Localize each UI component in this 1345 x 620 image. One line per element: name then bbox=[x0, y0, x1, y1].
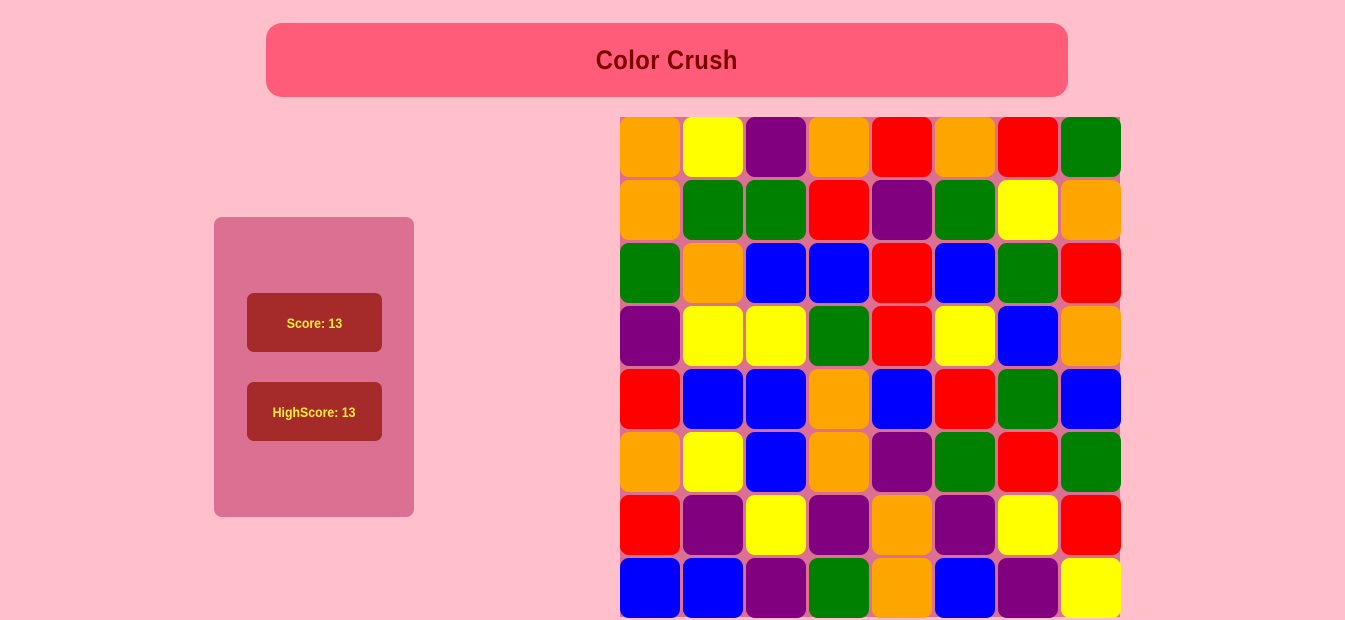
tile-orange[interactable] bbox=[872, 558, 932, 618]
tile-green[interactable] bbox=[998, 369, 1058, 429]
highscore-display: HighScore: 13 bbox=[247, 382, 382, 441]
tile-red[interactable] bbox=[809, 180, 869, 240]
tile-red[interactable] bbox=[872, 243, 932, 303]
tile-yellow[interactable] bbox=[683, 306, 743, 366]
tile-yellow[interactable] bbox=[1061, 558, 1121, 618]
tile-red[interactable] bbox=[872, 117, 932, 177]
tile-green[interactable] bbox=[809, 558, 869, 618]
tile-red[interactable] bbox=[620, 495, 680, 555]
game-title: Color Crush bbox=[595, 44, 739, 75]
tile-purple[interactable] bbox=[998, 558, 1058, 618]
tile-purple[interactable] bbox=[809, 495, 869, 555]
tile-purple[interactable] bbox=[620, 306, 680, 366]
tile-blue[interactable] bbox=[746, 432, 806, 492]
tile-blue[interactable] bbox=[935, 243, 995, 303]
tile-green[interactable] bbox=[620, 243, 680, 303]
tile-red[interactable] bbox=[998, 117, 1058, 177]
tile-purple[interactable] bbox=[872, 180, 932, 240]
tile-orange[interactable] bbox=[809, 369, 869, 429]
highscore-label: HighScore: 13 bbox=[273, 403, 356, 420]
tile-green[interactable] bbox=[1061, 432, 1121, 492]
tile-green[interactable] bbox=[935, 432, 995, 492]
tile-blue[interactable] bbox=[683, 558, 743, 618]
tile-blue[interactable] bbox=[809, 243, 869, 303]
tile-yellow[interactable] bbox=[998, 495, 1058, 555]
tile-blue[interactable] bbox=[998, 306, 1058, 366]
tile-green[interactable] bbox=[809, 306, 869, 366]
tile-red[interactable] bbox=[620, 369, 680, 429]
tile-blue[interactable] bbox=[746, 243, 806, 303]
tile-blue[interactable] bbox=[620, 558, 680, 618]
tile-purple[interactable] bbox=[746, 558, 806, 618]
score-display: Score: 13 bbox=[247, 293, 382, 352]
tile-yellow[interactable] bbox=[935, 306, 995, 366]
tile-blue[interactable] bbox=[1061, 369, 1121, 429]
tile-yellow[interactable] bbox=[746, 495, 806, 555]
tile-red[interactable] bbox=[998, 432, 1058, 492]
game-board bbox=[620, 117, 1121, 618]
tile-orange[interactable] bbox=[1061, 306, 1121, 366]
tile-orange[interactable] bbox=[620, 117, 680, 177]
tile-green[interactable] bbox=[746, 180, 806, 240]
tile-orange[interactable] bbox=[935, 117, 995, 177]
tile-green[interactable] bbox=[1061, 117, 1121, 177]
tile-blue[interactable] bbox=[872, 369, 932, 429]
tile-orange[interactable] bbox=[809, 117, 869, 177]
tile-yellow[interactable] bbox=[746, 306, 806, 366]
tile-orange[interactable] bbox=[872, 495, 932, 555]
tile-yellow[interactable] bbox=[683, 117, 743, 177]
tile-purple[interactable] bbox=[683, 495, 743, 555]
tile-orange[interactable] bbox=[683, 243, 743, 303]
tile-red[interactable] bbox=[935, 369, 995, 429]
tile-yellow[interactable] bbox=[998, 180, 1058, 240]
score-panel: Score: 13 HighScore: 13 bbox=[214, 217, 414, 517]
tile-purple[interactable] bbox=[746, 117, 806, 177]
tile-green[interactable] bbox=[935, 180, 995, 240]
tile-red[interactable] bbox=[1061, 243, 1121, 303]
tile-purple[interactable] bbox=[935, 495, 995, 555]
tile-orange[interactable] bbox=[809, 432, 869, 492]
tile-blue[interactable] bbox=[935, 558, 995, 618]
tile-green[interactable] bbox=[683, 180, 743, 240]
tile-purple[interactable] bbox=[872, 432, 932, 492]
tile-blue[interactable] bbox=[746, 369, 806, 429]
tile-red[interactable] bbox=[872, 306, 932, 366]
tile-blue[interactable] bbox=[683, 369, 743, 429]
tile-orange[interactable] bbox=[620, 180, 680, 240]
tile-green[interactable] bbox=[998, 243, 1058, 303]
title-bar: Color Crush bbox=[266, 23, 1068, 97]
tile-orange[interactable] bbox=[620, 432, 680, 492]
score-label: Score: 13 bbox=[286, 314, 343, 331]
tile-orange[interactable] bbox=[1061, 180, 1121, 240]
tile-yellow[interactable] bbox=[683, 432, 743, 492]
tile-red[interactable] bbox=[1061, 495, 1121, 555]
